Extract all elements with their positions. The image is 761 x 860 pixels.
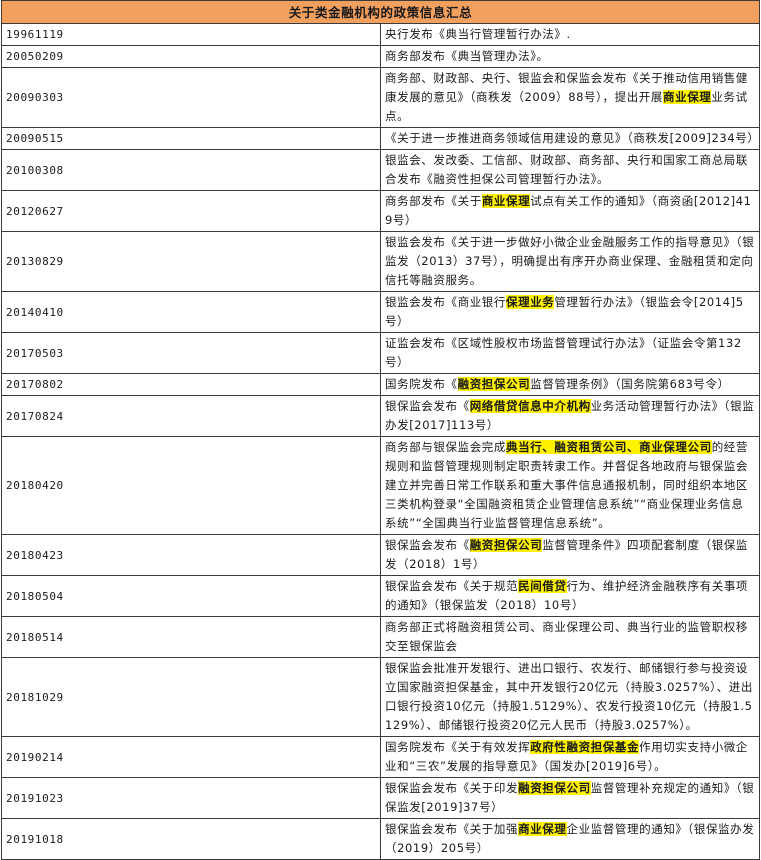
highlighted-term: 融资担保公司 [518,781,591,795]
policy-description: 《关于进一步推进商务领域信用建设的意见》（商秩发[2009]234号） [380,127,760,150]
date-cell: 20180420 [1,436,381,535]
table-row: 20180514 商务部正式将融资租赁公司、商业保理公司、典当行业的监管职权移交至… [1,616,760,658]
description-text: 国务院发布《关于有效发挥 [385,740,531,754]
description-text: 商务部正式将融资租赁公司、商业保理公司、典当行业的监管职权移交至银保监会 [385,620,748,653]
table-row: 20170824 银保监会发布《网络借贷信息中介机构业务活动管理暂行办法》（银监办… [1,395,760,437]
highlighted-term: 商业保理 [481,194,531,208]
policy-description: 银保监会发布《网络借贷信息中介机构业务活动管理暂行办法》（银监办发[2017]1… [380,395,760,437]
date-cell: 20170503 [1,332,381,374]
policy-description: 银保监会发布《关于规范民间借贷行为、维护经济金融秩序有关事项的通知》（银保监发（… [380,575,760,617]
policy-description: 国务院发布《关于有效发挥政府性融资担保基金作用切实支持小微企业和“三农”发展的指… [380,736,760,778]
table-row: 19961119 央行发布《典当行管理暂行办法》. [1,23,760,46]
table-row: 20180423 银保监会发布《融资担保公司监督管理条件》四项配套制度（银保监发（… [1,534,760,576]
table-row: 20090515 《关于进一步推进商务领域信用建设的意见》（商秩发[2009]23… [1,127,760,150]
highlighted-term: 网络借贷信息中介机构 [469,399,591,413]
table-row: 20090303 商务部、财政部、央行、银监会和保监会发布《关于推动信用销售健康发… [1,67,760,128]
date-cell: 20090515 [1,127,381,150]
policy-rows: 19961119 央行发布《典当行管理暂行办法》. 20050209 商务部发布《典当… [1,23,760,860]
date-cell: 20191018 [1,818,381,860]
policy-description: 银监会发布《关于进一步做好小微企业金融服务工作的指导意见》（银监发（2013）3… [380,231,760,292]
date-cell: 20181029 [1,657,381,737]
table-row: 20140410 银监会发布《商业银行保理业务管理暂行办法》（银监会令[2014]… [1,291,760,333]
date-cell: 20170802 [1,373,381,396]
title-row: 关于类金融机构的政策信息汇总 [1,0,760,24]
policy-description: 银保监会发布《关于加强商业保理企业监督管理的通知》（银保监办发（2019）205… [380,818,760,860]
table-row: 20120627 商务部发布《关于商业保理试点有关工作的通知》（商资函[2012]… [1,190,760,232]
highlighted-term: 商业保理 [518,822,567,836]
table-row: 20191018 银保监会发布《关于加强商业保理企业监督管理的通知》（银保监办发（… [1,818,760,860]
table-row: 20130829 银监会发布《关于进一步做好小微企业金融服务工作的指导意见》（银监… [1,231,760,292]
table-row: 20191023 银保监会发布《关于印发融资担保公司监督管理补充规定的通知》（银保… [1,777,760,819]
description-text: 银保监会批准开发银行、进出口银行、农发行、邮储银行参与投资设立国家融资担保基金，… [385,661,753,732]
description-text: 央行发布《典当行管理暂行办法》. [385,27,571,41]
table-row: 20170802 国务院发布《融资担保公司监督管理条例》（国务院第683号令） [1,373,760,396]
policy-sheet: 关于类金融机构的政策信息汇总 19961119 央行发布《典当行管理暂行办法》. 2… [0,0,760,860]
policy-description: 银监会发布《商业银行保理业务管理暂行办法》（银监会令[2014]5号） [380,291,760,333]
date-cell: 20180514 [1,616,381,658]
table-row: 20170503 证监会发布《区域性股权市场监督管理试行办法》（证监会令第132号… [1,332,760,374]
policy-description: 证监会发布《区域性股权市场监督管理试行办法》（证监会令第132号） [380,332,760,374]
highlighted-term: 融资担保公司 [457,377,531,391]
policy-description: 商务部正式将融资租赁公司、商业保理公司、典当行业的监管职权移交至银保监会 [380,616,760,658]
date-cell: 20120627 [1,190,381,232]
highlighted-term: 典当行、融资租赁公司、商业保理公司 [506,440,712,454]
table-row: 20180420 商务部与银保监会完成典当行、融资租赁公司、商业保理公司的经营规则… [1,436,760,535]
table-row: 20100308 银监会、发改委、工信部、财政部、商务部、央行和国家工商总局联合发… [1,149,760,191]
description-text: 商务部发布《典当管理办法》。 [385,49,549,63]
description-text: 监督管理条例》（国务院第683号令） [530,377,730,391]
date-cell: 20100308 [1,149,381,191]
description-text: 银监会发布《商业银行 [385,295,506,309]
policy-description: 银监会、发改委、工信部、财政部、商务部、央行和国家工商总局联合发布《融资性担保公… [380,149,760,191]
policy-description: 商务部发布《关于商业保理试点有关工作的通知》（商资函[2012]419号） [380,190,760,232]
date-cell: 20191023 [1,777,381,819]
description-text: 银保监会发布《关于印发 [385,781,519,795]
date-cell: 20180423 [1,534,381,576]
policy-description: 商务部发布《典当管理办法》。 [380,45,760,68]
description-text: 国务院发布《 [385,377,458,391]
table-row: 20190214 国务院发布《关于有效发挥政府性融资担保基金作用切实支持小微企业和… [1,736,760,778]
description-text: 银保监会发布《 [385,538,470,552]
policy-description: 银保监会发布《融资担保公司监督管理条件》四项配套制度（银保监发（2018）1号） [380,534,760,576]
date-cell: 20170824 [1,395,381,437]
date-cell: 20090303 [1,67,381,128]
highlighted-term: 商业保理 [663,90,712,104]
date-cell: 19961119 [1,23,381,46]
highlighted-term: 保理业务 [506,295,555,309]
highlighted-term: 融资担保公司 [469,538,543,552]
table-title: 关于类金融机构的政策信息汇总 [1,0,760,24]
description-text: 银监会、发改委、工信部、财政部、商务部、央行和国家工商总局联合发布《融资性担保公… [385,153,748,186]
date-cell: 20130829 [1,231,381,292]
policy-description: 银保监会批准开发银行、进出口银行、农发行、邮储银行参与投资设立国家融资担保基金，… [380,657,760,737]
highlighted-term: 民间借贷 [518,579,567,593]
description-text: 商务部与银保监会完成 [385,440,506,454]
policy-description: 商务部与银保监会完成典当行、融资租赁公司、商业保理公司的经营规则和监督管理规则制… [380,436,760,535]
date-cell: 20140410 [1,291,381,333]
table-row: 20050209 商务部发布《典当管理办法》。 [1,45,760,68]
description-text: 银保监会发布《关于规范 [385,579,519,593]
policy-description: 商务部、财政部、央行、银监会和保监会发布《关于推动信用销售健康发展的意见》（商秩… [380,67,760,128]
highlighted-term: 政府性融资担保基金 [530,740,640,754]
description-text: 《关于进一步推进商务领域信用建设的意见》（商秩发[2009]234号） [385,131,760,145]
policy-description: 银保监会发布《关于印发融资担保公司监督管理补充规定的通知》（银保监发[2019]… [380,777,760,819]
table-row: 20180504 银保监会发布《关于规范民间借贷行为、维护经济金融秩序有关事项的通… [1,575,760,617]
description-text: 银保监会发布《 [385,399,470,413]
description-text: 银保监会发布《关于加强 [385,822,519,836]
description-text: 商务部发布《关于 [385,194,482,208]
date-cell: 20050209 [1,45,381,68]
policy-description: 央行发布《典当行管理暂行办法》. [380,23,760,46]
date-cell: 20180504 [1,575,381,617]
policy-description: 国务院发布《融资担保公司监督管理条例》（国务院第683号令） [380,373,760,396]
policy-table: 关于类金融机构的政策信息汇总 19961119 央行发布《典当行管理暂行办法》. 2… [1,0,760,860]
description-text: 证监会发布《区域性股权市场监督管理试行办法》（证监会令第132号） [385,336,742,369]
description-text: 银监会发布《关于进一步做好小微企业金融服务工作的指导意见》（银监发（2013）3… [385,235,755,287]
date-cell: 20190214 [1,736,381,778]
table-row: 20181029 银保监会批准开发银行、进出口银行、农发行、邮储银行参与投资设立国… [1,657,760,737]
